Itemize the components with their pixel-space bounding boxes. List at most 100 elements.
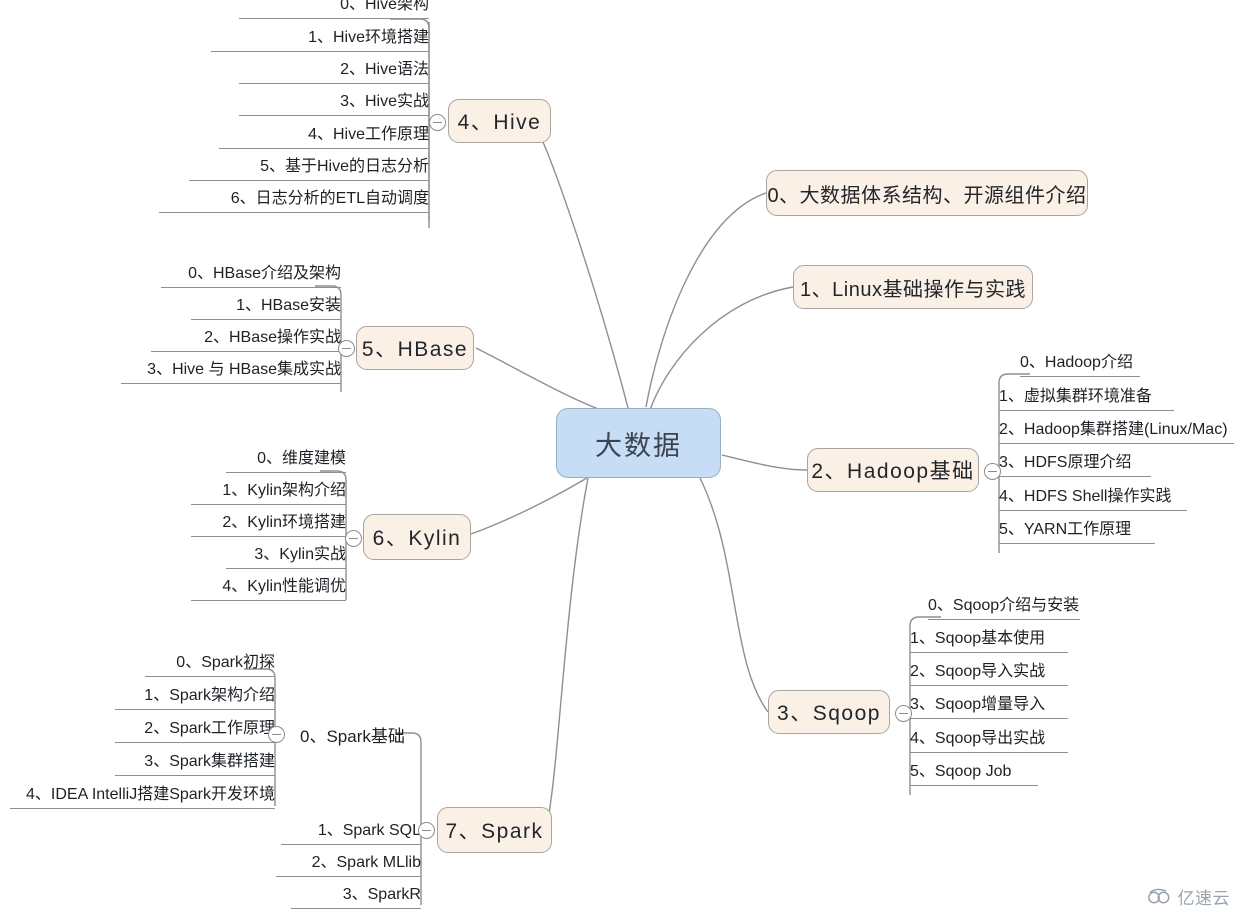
topic-label-intro: 0、大数据体系结构、开源组件介绍 [767, 184, 1087, 207]
leaf-kylin-3[interactable]: 3、Kylin实战 [226, 546, 346, 569]
leaf-underline [910, 684, 1068, 686]
leaf-kylin-4[interactable]: 4、Kylin性能调优 [191, 578, 346, 601]
topic-label-kylin: 6、Kylin [372, 527, 462, 550]
leaf-underline [115, 708, 275, 710]
leaf-underline [239, 17, 429, 19]
leaf-hive-3[interactable]: 3、Hive实战 [239, 93, 429, 116]
leaf-hbase-1[interactable]: 1、HBase安装 [191, 297, 341, 320]
leaf-hbase-2[interactable]: 2、HBase操作实战 [151, 329, 341, 352]
collapse-toggle-kylin[interactable] [345, 530, 362, 547]
leaf-kylin-2[interactable]: 2、Kylin环境搭建 [191, 514, 346, 537]
leaf-hive-4[interactable]: 4、Hive工作原理 [219, 126, 429, 149]
topic-node-sqoop[interactable]: 3、Sqoop [768, 690, 890, 734]
leaf-label: 1、Hive环境搭建 [308, 29, 429, 46]
topic-node-spark[interactable]: 7、Spark [437, 807, 552, 853]
leaf-sparkbasics-3[interactable]: 3、Spark集群搭建 [115, 753, 275, 776]
leaf-label: 0、HBase介绍及架构 [188, 265, 341, 282]
leaf-hbase-3[interactable]: 3、Hive 与 HBase集成实战 [121, 361, 341, 384]
topic-label-hbase: 5、HBase [361, 338, 469, 361]
leaf-label: 1、HBase安装 [236, 297, 341, 314]
leaf-label: 3、Kylin实战 [254, 546, 346, 563]
leaf-hbase-0[interactable]: 0、HBase介绍及架构 [161, 265, 341, 288]
leaf-label: 0、Hadoop介绍 [1020, 354, 1133, 371]
leaf-sqoop-2[interactable]: 2、Sqoop导入实战 [910, 663, 1068, 686]
leaf-underline [276, 875, 421, 877]
topic-node-linux[interactable]: 1、Linux基础操作与实践 [793, 265, 1033, 309]
leaf-sqoop-0[interactable]: 0、Sqoop介绍与安装 [928, 597, 1080, 620]
topic-node-intro[interactable]: 0、大数据体系结构、开源组件介绍 [766, 170, 1088, 216]
leaf-label: 2、Kylin环境搭建 [222, 514, 346, 531]
leaf-label: 1、Spark SQL [317, 822, 421, 839]
leaf-label: 2、Sqoop导入实战 [910, 663, 1046, 680]
topic-node-hadoop[interactable]: 2、Hadoop基础 [807, 448, 979, 492]
leaf-hive-0[interactable]: 0、Hive架构 [239, 0, 429, 19]
topic-node-hbase[interactable]: 5、HBase [356, 326, 474, 370]
topic-node-kylin[interactable]: 6、Kylin [363, 514, 471, 560]
leaf-kylin-0[interactable]: 0、维度建模 [226, 450, 346, 473]
leaf-hive-6[interactable]: 6、日志分析的ETL自动调度 [159, 190, 429, 213]
topic-label-spark: 7、Spark [445, 820, 544, 843]
leaf-underline [151, 350, 341, 352]
leaf-spark-1[interactable]: 1、Spark SQL [281, 822, 421, 845]
leaf-hadoop-1[interactable]: 1、虚拟集群环境准备 [999, 388, 1174, 411]
collapse-toggle-hbase[interactable] [338, 340, 355, 357]
leaf-sparkbasics-0[interactable]: 0、Spark初探 [145, 654, 275, 677]
leaf-kylin-1[interactable]: 1、Kylin架构介绍 [191, 482, 346, 505]
leaf-label: 4、Sqoop导出实战 [910, 730, 1046, 747]
collapse-toggle-spark-basics[interactable] [268, 726, 285, 743]
leaf-underline [910, 784, 1038, 786]
leaf-label: 2、HBase操作实战 [204, 329, 341, 346]
leaf-underline [161, 286, 341, 288]
topic-label-sqoop: 3、Sqoop [777, 702, 881, 725]
leaf-underline [219, 147, 429, 149]
leaf-spark-3[interactable]: 3、SparkR [291, 886, 421, 909]
leaf-underline [10, 807, 275, 809]
leaf-sparkbasics-1[interactable]: 1、Spark架构介绍 [115, 687, 275, 710]
leaf-hive-1[interactable]: 1、Hive环境搭建 [211, 29, 429, 52]
topic-label-hive: 4、Hive [457, 111, 542, 134]
leaf-label: 3、Sqoop增量导入 [910, 696, 1046, 713]
leaf-hive-2[interactable]: 2、Hive语法 [239, 61, 429, 84]
leaf-underline [999, 409, 1174, 411]
collapse-toggle-sqoop[interactable] [895, 705, 912, 722]
leaf-label: 0、Hive架构 [340, 0, 429, 13]
leaf-label: 3、HDFS原理介绍 [999, 454, 1132, 471]
leaf-label: 5、Sqoop Job [910, 763, 1012, 780]
leaf-hive-5[interactable]: 5、基于Hive的日志分析 [189, 158, 429, 181]
leaf-underline [910, 751, 1068, 753]
leaf-hadoop-4[interactable]: 4、HDFS Shell操作实践 [999, 488, 1187, 511]
leaf-underline [226, 567, 346, 569]
topic-node-hive[interactable]: 4、Hive [448, 99, 551, 143]
leaf-underline [121, 382, 341, 384]
leaf-underline [211, 50, 429, 52]
leaf-sqoop-1[interactable]: 1、Sqoop基本使用 [910, 630, 1068, 653]
leaf-hadoop-0[interactable]: 0、Hadoop介绍 [1020, 354, 1140, 377]
leaf-underline [999, 542, 1155, 544]
leaf-underline [226, 471, 346, 473]
leaf-label: 0、Sqoop介绍与安装 [928, 597, 1080, 614]
collapse-toggle-hive[interactable] [429, 114, 446, 131]
leaf-sparkbasics-2[interactable]: 2、Spark工作原理 [115, 720, 275, 743]
leaf-sparkbasics-4[interactable]: 4、IDEA IntelliJ搭建Spark开发环境 [10, 786, 275, 809]
root-node[interactable]: 大数据 [556, 408, 721, 478]
leaf-sqoop-4[interactable]: 4、Sqoop导出实战 [910, 730, 1068, 753]
leaf-underline [999, 475, 1151, 477]
watermark: 亿速云 [1147, 884, 1231, 909]
leaf-underline [159, 211, 429, 213]
leaf-spark-2[interactable]: 2、Spark MLlib [276, 854, 421, 877]
leaf-hadoop-5[interactable]: 5、YARN工作原理 [999, 521, 1155, 544]
leaf-label: 3、Spark集群搭建 [144, 753, 275, 770]
leaf-hadoop-2[interactable]: 2、Hadoop集群搭建(Linux/Mac) [999, 421, 1234, 444]
collapse-toggle-spark[interactable] [418, 822, 435, 839]
leaf-underline [145, 675, 275, 677]
leaf-underline [191, 599, 346, 601]
leaf-label: 1、Sqoop基本使用 [910, 630, 1046, 647]
mindmap-canvas: 大数据 0、大数据体系结构、开源组件介绍 1、Linux基础操作与实践 2、Ha… [0, 0, 1240, 919]
leaf-sqoop-3[interactable]: 3、Sqoop增量导入 [910, 696, 1068, 719]
topic-label-linux: 1、Linux基础操作与实践 [800, 278, 1026, 301]
subtopic-spark-basics[interactable]: 0、Spark基础 [300, 722, 405, 747]
collapse-toggle-hadoop[interactable] [984, 463, 1001, 480]
leaf-underline [999, 509, 1187, 511]
leaf-sqoop-5[interactable]: 5、Sqoop Job [910, 763, 1038, 786]
leaf-hadoop-3[interactable]: 3、HDFS原理介绍 [999, 454, 1151, 477]
